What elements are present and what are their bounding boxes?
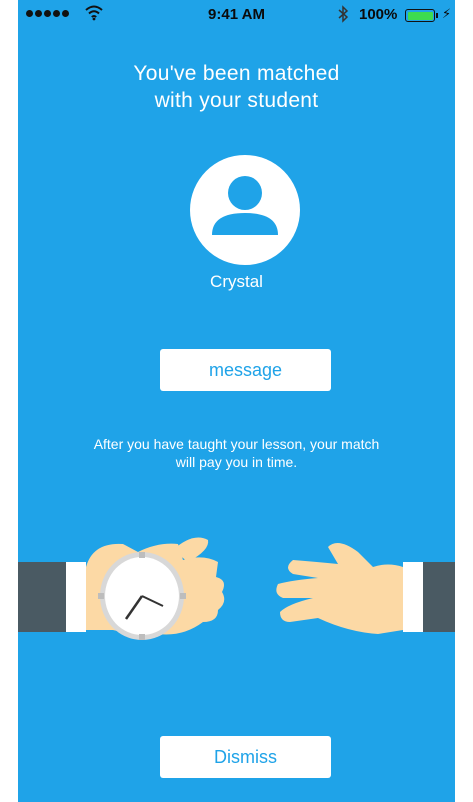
right-cuff	[403, 562, 423, 632]
dismiss-button[interactable]: Dismiss	[160, 736, 331, 778]
right-hand	[276, 543, 403, 634]
battery-icon	[405, 9, 435, 22]
left-sleeve	[18, 562, 66, 632]
status-bar: 9:41 AM 100% ⚡	[18, 0, 455, 32]
match-screen: 9:41 AM 100% ⚡ You've been matched with …	[18, 0, 455, 802]
left-cuff	[66, 562, 86, 632]
battery-percentage: 100%	[359, 6, 398, 23]
avatar	[190, 155, 300, 265]
info-text: After you have taught your lesson, your …	[93, 436, 380, 470]
right-sleeve	[423, 562, 455, 632]
bluetooth-icon	[338, 5, 349, 23]
headline-line-2: with your student	[154, 89, 319, 112]
message-button[interactable]: message	[160, 349, 331, 391]
charging-bolt-icon: ⚡	[442, 6, 452, 21]
person-icon	[212, 176, 278, 235]
student-name: Crystal	[210, 272, 263, 291]
headline-line-1: You've been matched	[133, 62, 340, 85]
match-headline: You've been matched with your student	[18, 60, 455, 114]
hands-clock-illustration	[18, 537, 455, 640]
